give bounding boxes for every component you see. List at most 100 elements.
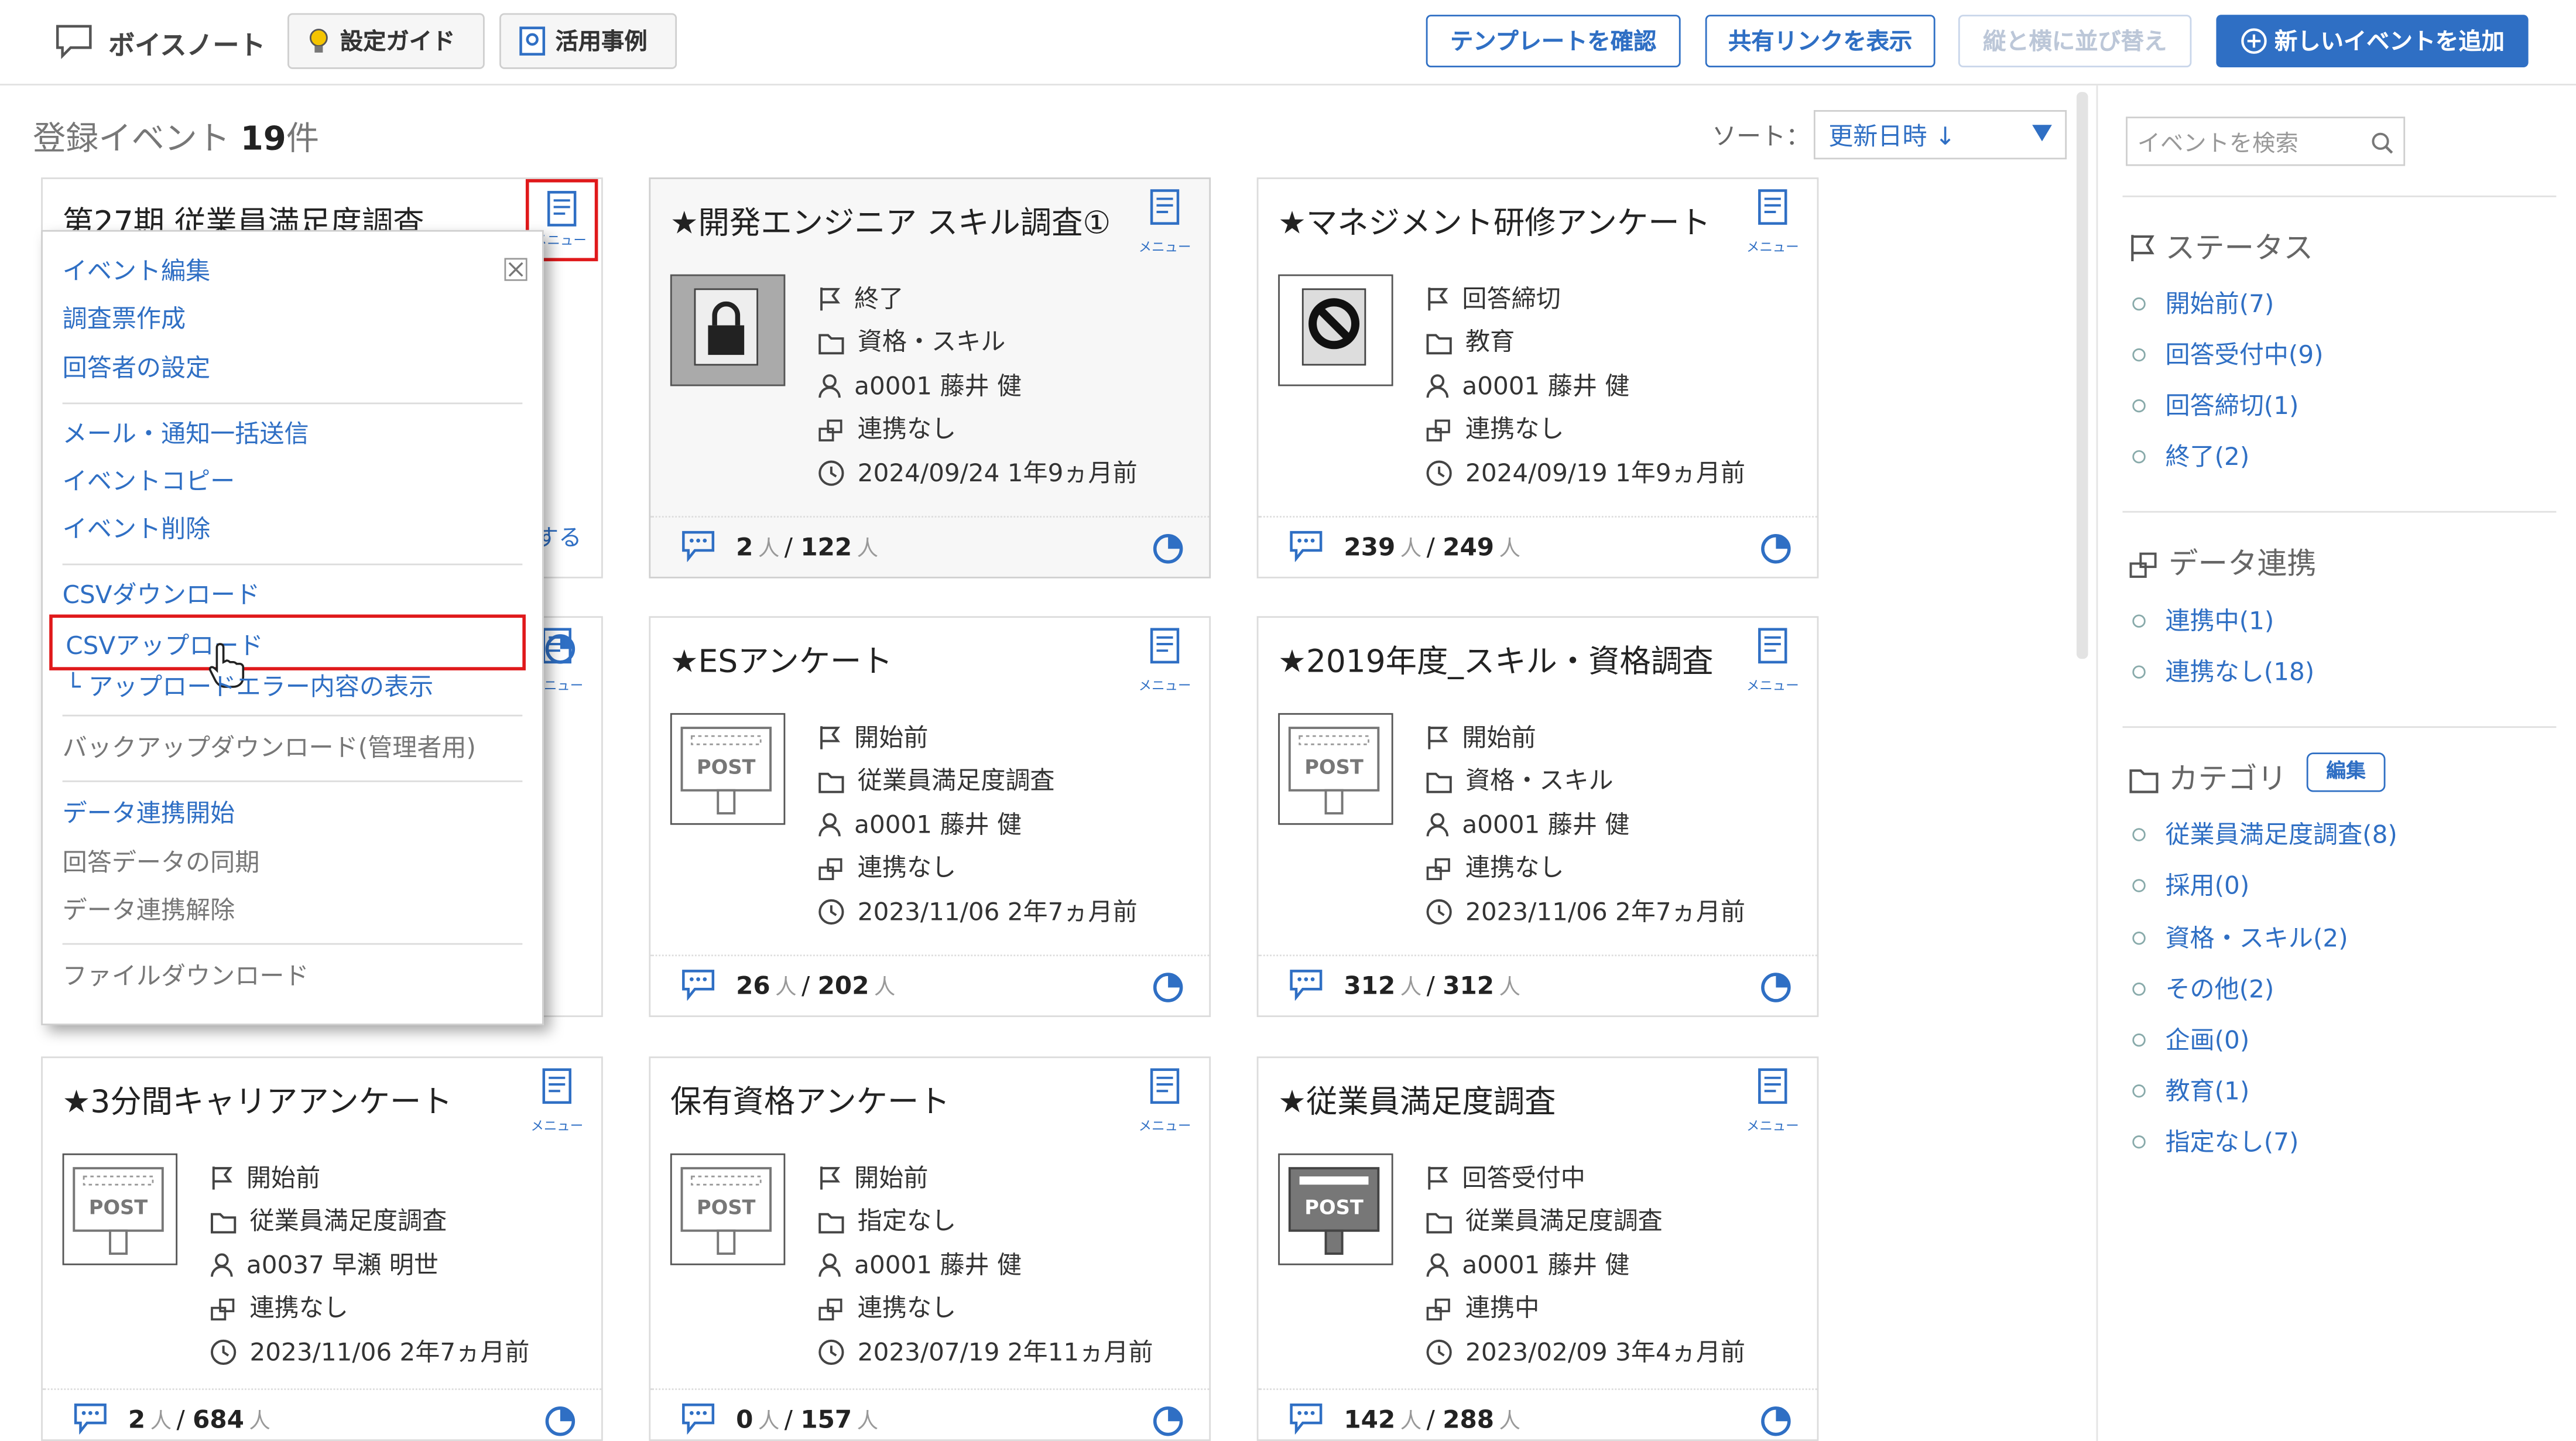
card-menu-button[interactable]: メニュー <box>1741 628 1804 693</box>
filter-category[interactable]: その他(2) <box>2165 971 2274 1005</box>
menu-file-download[interactable]: ファイルダウンロード <box>63 958 309 992</box>
flag-icon <box>2131 235 2154 262</box>
chart-icon[interactable] <box>1758 1402 1794 1438</box>
owner-row: a0001 藤井 健 <box>1426 807 1629 841</box>
link-icon <box>818 858 842 881</box>
card-footer: 239 人/ 249 人 <box>1258 516 1817 577</box>
scrollbar[interactable] <box>2076 92 2088 659</box>
filter-category[interactable]: 採用(0) <box>2165 868 2249 902</box>
chart-icon[interactable] <box>542 1402 578 1438</box>
menu-csv-upload[interactable]: CSVアップロード <box>49 614 526 688</box>
menu-bulk-mail[interactable]: メール・通知一括送信 <box>63 416 309 450</box>
card-title[interactable]: 保有資格アンケート <box>670 1078 950 1122</box>
link-row: 連携なし <box>818 850 956 884</box>
card-footer: 0 人/ 157 人 <box>650 1388 1210 1439</box>
responses-icon <box>682 970 715 1001</box>
person-icon <box>1426 813 1449 837</box>
share-link-button[interactable]: 共有リンクを表示 <box>1705 15 1936 68</box>
close-icon[interactable] <box>504 258 527 281</box>
menu-respondent-settings[interactable]: 回答者の設定 <box>63 350 211 385</box>
link-row: 連携なし <box>818 1290 956 1324</box>
chart-icon[interactable] <box>1758 529 1794 566</box>
responses-icon <box>74 1403 107 1435</box>
menu-upload-errors[interactable]: └ アップロードエラー内容の表示 <box>66 669 433 703</box>
sort-select[interactable]: 更新日時 ↓ <box>1813 110 2067 160</box>
post-thumbnail: POST <box>670 1153 786 1265</box>
filter-status-not-started[interactable]: 開始前(7) <box>2165 286 2274 320</box>
use-cases-button[interactable]: 活用事例 <box>499 13 677 69</box>
filter-linked[interactable]: 連携中(1) <box>2165 603 2274 638</box>
card-title[interactable]: ★2019年度_スキル・資格調査 <box>1278 638 1713 682</box>
chart-icon[interactable] <box>542 629 578 666</box>
svg-text:POST: POST <box>1304 1196 1364 1219</box>
menu-backup-download[interactable]: バックアップダウンロード(管理者用) <box>63 730 476 764</box>
search-icon[interactable] <box>2371 131 2393 154</box>
menu-copy-event[interactable]: イベントコピー <box>63 463 235 498</box>
filter-status-closed[interactable]: 回答締切(1) <box>2165 388 2298 422</box>
card-menu-button[interactable]: メニュー <box>526 1068 588 1134</box>
event-card[interactable]: ★2019年度_スキル・資格調査 メニュー POST 開始前 資格・スキル a0… <box>1256 616 1819 1017</box>
date-row: 2023/11/06 2年7ヵ月前 <box>818 894 1138 929</box>
clock-icon <box>818 460 844 486</box>
date-row: 2023/07/19 2年11ヵ月前 <box>818 1334 1153 1369</box>
chart-icon[interactable] <box>1150 968 1186 1004</box>
responses-icon <box>1290 530 1323 562</box>
post-thumbnail: POST <box>670 713 786 825</box>
menu-delete-event[interactable]: イベント削除 <box>63 511 211 546</box>
filter-status-accepting[interactable]: 回答受付中(9) <box>2165 337 2323 371</box>
menu-edit-event[interactable]: イベント編集 <box>63 253 211 287</box>
card-title[interactable]: ★開発エンジニア スキル調査① <box>670 199 1111 244</box>
filter-category[interactable]: 教育(1) <box>2165 1073 2249 1107</box>
flag-icon <box>212 1166 232 1190</box>
filter-category[interactable]: 指定なし(7) <box>2165 1124 2298 1158</box>
link-icon <box>1426 1298 1450 1321</box>
card-menu-button[interactable]: メニュー <box>1133 189 1196 255</box>
menu-csv-download[interactable]: CSVダウンロード <box>63 577 260 611</box>
card-title[interactable]: ★3分間キャリアアンケート <box>63 1078 453 1122</box>
event-card[interactable]: ★マネジメント研修アンケート メニュー 回答締切 教育 a0001 藤井 健 連… <box>1256 177 1819 579</box>
divider <box>2122 726 2557 728</box>
event-card[interactable]: ★3分間キャリアアンケート メニュー POST 開始前 従業員満足度調査 a00… <box>41 1056 603 1441</box>
card-menu-button[interactable]: メニュー <box>1741 1068 1804 1134</box>
divider <box>2122 195 2557 197</box>
filter-category[interactable]: 従業員満足度調査(8) <box>2165 817 2397 851</box>
svg-text:POST: POST <box>1304 756 1364 779</box>
card-title[interactable]: ★従業員満足度調査 <box>1278 1078 1556 1122</box>
postbox-icon: POST <box>680 1167 772 1255</box>
card-menu-button[interactable]: メニュー <box>1133 1068 1196 1134</box>
event-card[interactable]: ★ESアンケート メニュー POST 開始前 従業員満足度調査 a0001 藤井… <box>649 616 1211 1017</box>
filter-category[interactable]: 企画(0) <box>2165 1022 2249 1056</box>
template-button[interactable]: テンプレートを確認 <box>1426 15 1681 68</box>
post-thumbnail: POST <box>62 1153 178 1265</box>
event-card[interactable]: ★従業員満足度調査 メニュー POST 回答受付中 従業員満足度調査 a0001… <box>1256 1056 1819 1441</box>
filter-status-finished[interactable]: 終了(2) <box>2165 439 2249 473</box>
card-footer: 312 人/ 312 人 <box>1258 954 1817 1015</box>
lock-icon <box>694 288 759 366</box>
setup-guide-button[interactable]: 設定ガイド <box>287 13 485 69</box>
filter-category[interactable]: 資格・スキル(2) <box>2165 920 2348 954</box>
category-edit-button[interactable]: 編集 <box>2306 752 2386 792</box>
filter-not-linked[interactable]: 連携なし(18) <box>2165 654 2314 689</box>
card-menu-button[interactable]: メニュー <box>1741 189 1804 255</box>
add-event-button[interactable]: 新しいイベントを追加 <box>2216 15 2529 68</box>
event-card[interactable]: 保有資格アンケート メニュー POST 開始前 指定なし a0001 藤井 健 … <box>649 1056 1211 1441</box>
card-title[interactable]: ★マネジメント研修アンケート <box>1278 199 1711 244</box>
menu-create-survey[interactable]: 調査票作成 <box>63 301 186 336</box>
menu-sync-responses[interactable]: 回答データの同期 <box>63 844 260 879</box>
chart-icon[interactable] <box>1150 529 1186 566</box>
search-input[interactable]: イベントを検索 <box>2126 117 2406 166</box>
card-title[interactable]: ★ESアンケート <box>670 638 893 682</box>
flag-icon <box>1428 726 1448 749</box>
card-menu-button[interactable]: メニュー <box>1133 628 1196 693</box>
folder-icon <box>1426 334 1452 355</box>
chart-icon[interactable] <box>1758 968 1794 1004</box>
menu-start-integration[interactable]: データ連携開始 <box>63 795 235 830</box>
clock-icon <box>1426 1339 1452 1365</box>
chart-icon[interactable] <box>1150 1402 1186 1438</box>
reorder-button[interactable]: 縦と横に並び替え <box>1958 15 2192 68</box>
folder-icon <box>211 1213 237 1234</box>
clock-icon <box>211 1339 237 1365</box>
event-card[interactable]: ★開発エンジニア スキル調査① メニュー 終了 資格・スキル a0001 藤井 … <box>649 177 1211 579</box>
date-row: 2023/11/06 2年7ヵ月前 <box>210 1334 529 1369</box>
menu-stop-integration[interactable]: データ連携解除 <box>63 892 235 927</box>
